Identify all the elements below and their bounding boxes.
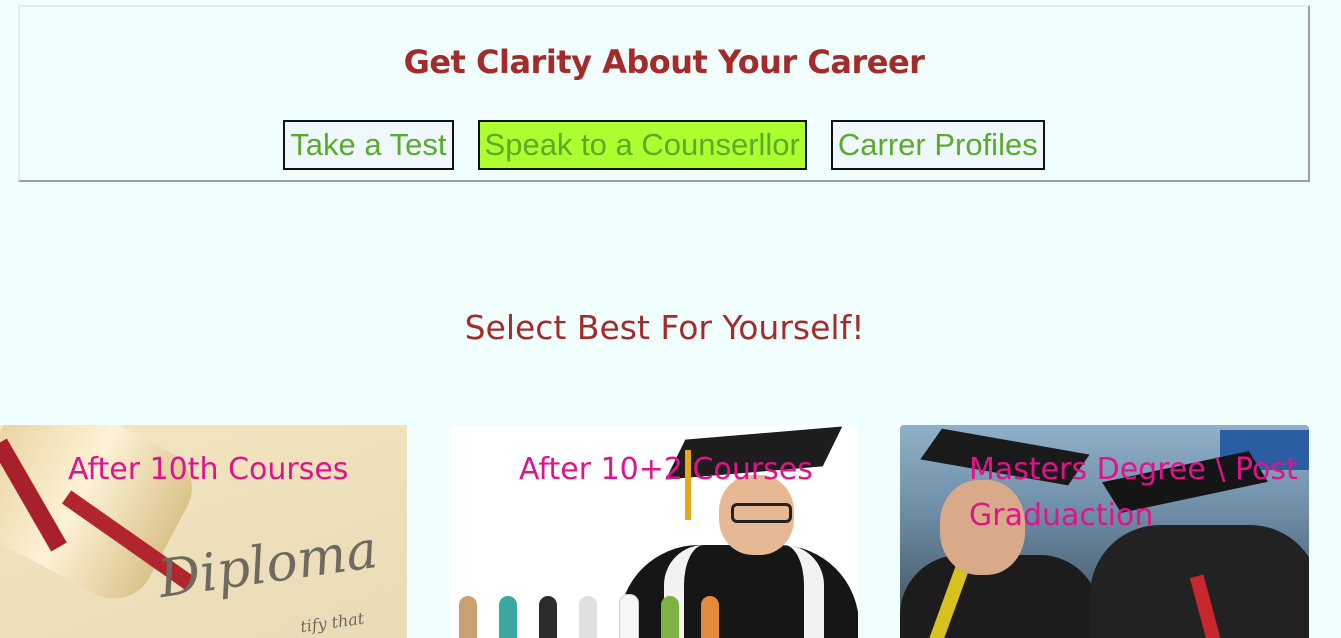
card-caption: After 10+2 Courses	[519, 452, 813, 487]
figure	[661, 596, 679, 638]
figure	[619, 594, 639, 638]
figure	[539, 596, 557, 638]
card-after-12th[interactable]: After 10+2 Courses	[449, 425, 858, 638]
section-title: Select Best For Yourself!	[464, 308, 865, 347]
take-test-button[interactable]: Take a Test	[283, 120, 454, 170]
card-caption: Masters Degree \ Post Graduaction	[969, 452, 1298, 533]
card-masters[interactable]: Masters Degree \ Post Graduaction	[900, 425, 1309, 638]
speak-counsellor-button[interactable]: Speak to a Counserllor	[477, 120, 807, 170]
professions-figures	[459, 590, 799, 638]
figure	[579, 596, 597, 638]
card-caption: After 10th Courses	[68, 452, 349, 487]
figure	[459, 596, 477, 638]
panel-title: Get Clarity About Your Career	[403, 43, 925, 81]
figure	[499, 596, 517, 638]
diploma-image-script: tify that	[298, 608, 366, 637]
diploma-image-text: Diploma	[154, 519, 381, 611]
action-buttons: Take a Test Speak to a Counserllor Carre…	[20, 120, 1308, 170]
career-profiles-button[interactable]: Carrer Profiles	[830, 120, 1045, 170]
figure	[701, 596, 719, 638]
graduate-glasses	[731, 503, 792, 523]
card-after-10th[interactable]: Diploma tify that After 10th Courses	[0, 425, 407, 638]
career-clarity-panel: Get Clarity About Your Career Take a Tes…	[18, 5, 1310, 182]
